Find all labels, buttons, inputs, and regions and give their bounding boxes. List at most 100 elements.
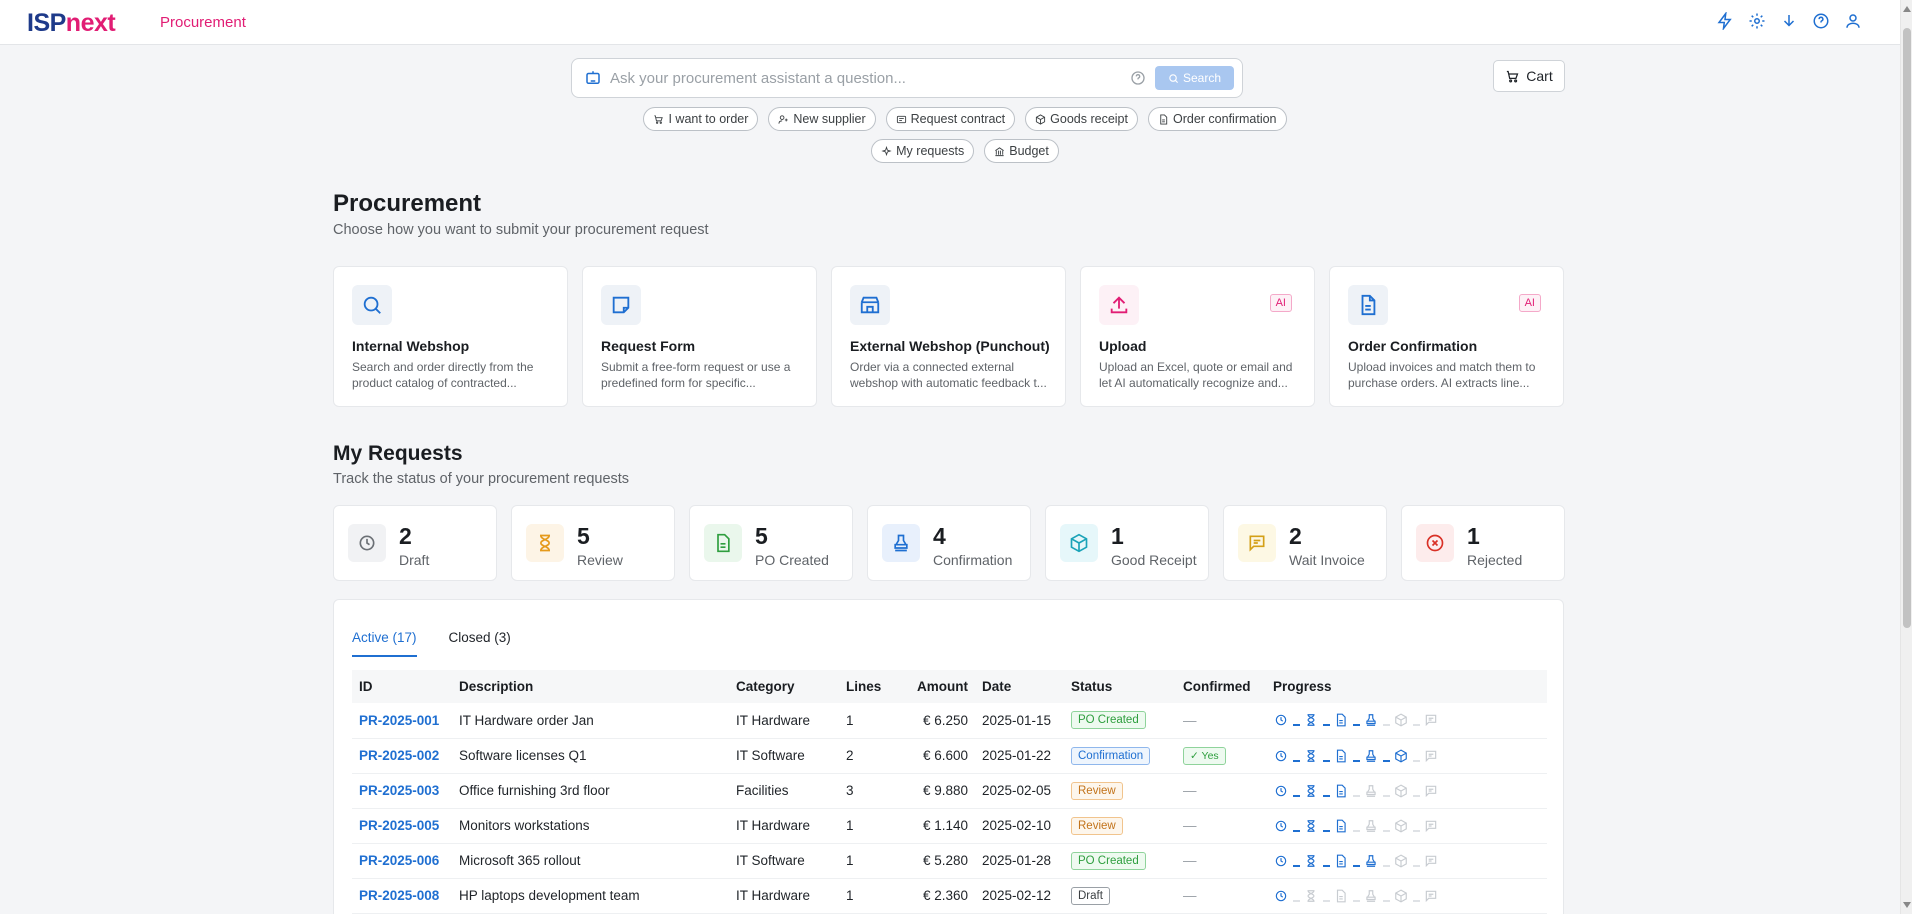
request-link[interactable]: PR-2025-005 [359,818,439,833]
cell-progress [1266,773,1547,809]
progress-connector [1289,783,1303,799]
logo[interactable]: ISPnext [27,9,116,38]
col-status[interactable]: Status [1064,670,1176,703]
col-lines[interactable]: Lines [839,670,897,703]
stat-review[interactable]: 5 Review [511,505,675,581]
cell-progress [1266,808,1547,844]
progress-connector [1349,748,1363,764]
bank-icon [995,146,1005,156]
cell-amount: € 5.280 [897,843,975,879]
card-description: Order via a connected external webshop w… [850,360,1047,390]
cell-status: PO Created [1064,843,1176,879]
request-link[interactable]: PR-2025-008 [359,888,439,903]
stat-count: 1 [1467,523,1480,549]
table-row[interactable]: PR-2025-005 Monitors workstations IT Hardw… [352,808,1547,844]
request-link[interactable]: PR-2025-006 [359,853,439,868]
scroll-down-icon[interactable] [1903,902,1911,908]
col-date[interactable]: Date [975,670,1064,703]
chip-my-requests[interactable]: My requests [871,139,975,163]
stat-po-created[interactable]: 5 PO Created [689,505,853,581]
table-row[interactable]: PR-2025-006 Microsoft 365 rollout IT Softw… [352,843,1547,879]
quick-actions: I want to order New supplier Request con… [0,107,1912,171]
card-upload[interactable]: AI Upload Upload an Excel, quote or emai… [1080,266,1315,407]
stat-count: 2 [1289,523,1302,549]
table-row[interactable]: PR-2025-002 Software licenses Q1 IT Softwa… [352,738,1547,774]
cell-lines: 1 [839,808,897,844]
status-badge: Draft [1071,886,1110,905]
clock-icon [1273,853,1289,869]
ai-badge: AI [1269,294,1292,312]
bot-icon [584,69,602,87]
card-request-form[interactable]: Request Form Submit a free-form request … [582,266,817,407]
cell-date: 2025-01-28 [975,843,1064,879]
assistant-input[interactable] [610,67,1110,89]
status-badge: Review [1071,816,1123,835]
table-row[interactable]: PR-2025-001 IT Hardware order Jan IT Hardw… [352,703,1547,739]
request-link[interactable]: PR-2025-002 [359,748,439,763]
table-row[interactable]: PR-2025-008 HP laptops development team IT… [352,878,1547,914]
status-badge: PO Created [1071,851,1146,870]
col-category[interactable]: Category [729,670,839,703]
stat-draft[interactable]: 2 Draft [333,505,497,581]
confirmed-badge: ✓ Yes [1183,746,1226,765]
card-external-webshop[interactable]: External Webshop (Punchout) Order via a … [831,266,1066,407]
stamp-icon [1363,748,1379,764]
cart-label: Cart [1526,68,1553,84]
gear-icon[interactable] [1748,12,1766,30]
hourglass-icon [1303,748,1319,764]
confirmed-value: — [1183,853,1197,868]
document-icon [1333,853,1349,869]
hourglass-icon [1303,888,1319,904]
card-order-confirmation[interactable]: AI Order Confirmation Upload invoices an… [1329,266,1564,407]
hourglass-icon [1303,712,1319,728]
status-badge: Confirmation [1071,746,1151,765]
table-row[interactable]: PR-2025-003 Office furnishing 3rd floor Fa… [352,773,1547,809]
chip-request-contract[interactable]: Request contract [885,107,1016,131]
progress-tracker [1273,853,1540,869]
progress-connector [1289,888,1303,904]
stat-rejected[interactable]: 1 Rejected [1401,505,1565,581]
help-icon[interactable] [1812,12,1830,30]
user-icon[interactable] [1844,12,1862,30]
cell-category: IT Software [729,738,839,774]
document-icon [1333,712,1349,728]
tab-active[interactable]: Active (17) [352,630,417,657]
cell-lines: 2 [839,738,897,774]
top-bar: ISPnext Procurement [0,0,1900,45]
request-link[interactable]: PR-2025-003 [359,783,439,798]
progress-tracker [1273,888,1540,904]
search-button[interactable]: Search [1155,66,1234,90]
chip-new-supplier[interactable]: New supplier [768,107,876,131]
status-badge: PO Created [1071,711,1146,730]
help-circle-icon[interactable] [1130,70,1146,86]
request-link[interactable]: PR-2025-001 [359,713,439,728]
chip-goods-receipt[interactable]: Goods receipt [1025,107,1138,131]
app-name[interactable]: Procurement [160,14,246,31]
col-id[interactable]: ID [352,670,452,703]
card-internal-webshop[interactable]: Internal Webshop Search and order direct… [333,266,568,407]
download-icon[interactable] [1780,12,1798,30]
col-description[interactable]: Description [452,670,729,703]
stat-wait-invoice[interactable]: 2 Wait Invoice [1223,505,1387,581]
message-icon [1423,818,1439,834]
stat-count: 2 [399,523,412,549]
stat-confirmation[interactable]: 4 Confirmation [867,505,1031,581]
cell-status: PO Created [1064,703,1176,739]
scroll-up-icon[interactable] [1903,6,1911,12]
col-confirmed[interactable]: Confirmed [1176,670,1266,703]
card-description: Upload an Excel, quote or email and let … [1099,360,1293,390]
message-icon [1423,712,1439,728]
cell-description: Monitors workstations [452,808,729,844]
hourglass-icon [1303,818,1319,834]
cell-category: IT Software [729,843,839,879]
cell-date: 2025-02-10 [975,808,1064,844]
chip-i-want-to-order[interactable]: I want to order [643,107,759,131]
tab-closed[interactable]: Closed (3) [449,630,511,657]
requests-title: My Requests [333,442,463,465]
cart-button[interactable]: Cart [1493,60,1565,92]
chip-budget[interactable]: Budget [984,139,1059,163]
stat-good-receipt[interactable]: 1 Good Receipt [1045,505,1209,581]
col-amount[interactable]: Amount [897,670,975,703]
chip-order-confirmation[interactable]: Order confirmation [1147,107,1287,131]
lightning-icon[interactable] [1716,12,1734,30]
